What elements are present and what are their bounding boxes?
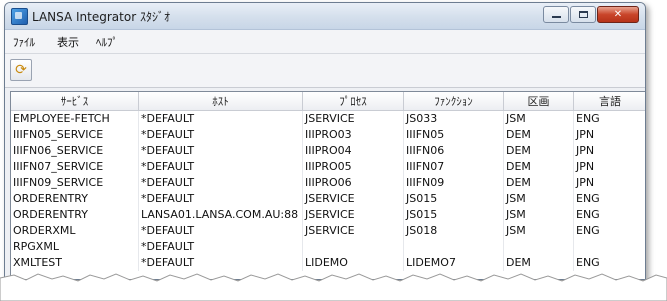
cell-host: LANSA01.LANSA.COM.AU:88 — [139, 207, 303, 223]
cell-service: IIIFN09_SERVICE — [11, 175, 139, 191]
cell-service: IIIFN05_SERVICE — [11, 127, 139, 143]
table-row[interactable]: RPGXML *DEFAULT — [11, 239, 645, 255]
cell-host: *DEFAULT — [139, 239, 303, 255]
cell-function: IIIFN05 — [404, 127, 504, 143]
cell-function: IIIFN07 — [404, 159, 504, 175]
window-title: LANSA Integrator ｽﾀｼﾞｵ — [32, 10, 170, 24]
cell-partition: DEM — [504, 143, 574, 159]
cell-function: IIIFN09 — [404, 175, 504, 191]
cell-language: ENG — [574, 255, 645, 271]
cell-function: LIDEMO7 — [404, 255, 504, 271]
cell-language: JPN — [574, 127, 645, 143]
cell-process: IIIPRO05 — [303, 159, 404, 175]
cell-process: IIIPRO04 — [303, 143, 404, 159]
minimize-icon — [551, 16, 561, 18]
cell-host: *DEFAULT — [139, 143, 303, 159]
refresh-button[interactable]: ⟳ — [10, 59, 32, 81]
app-icon — [11, 8, 28, 25]
cell-partition: JSM — [504, 111, 574, 127]
cell-function — [404, 239, 504, 255]
cell-language: ENG — [574, 223, 645, 239]
cell-partition: JSM — [504, 207, 574, 223]
cell-function: IIIFN06 — [404, 143, 504, 159]
cell-language: ENG — [574, 191, 645, 207]
table-row[interactable]: XMLTEST *DEFAULT LIDEMO LIDEMO7 DEM ENG — [11, 255, 645, 271]
cell-process: IIIPRO03 — [303, 127, 404, 143]
cell-service: XMLTEST — [11, 255, 139, 271]
cell-partition: DEM — [504, 175, 574, 191]
cell-service: IIIFN06_SERVICE — [11, 143, 139, 159]
menu-help[interactable]: ﾍﾙﾌﾟ — [96, 34, 118, 50]
cell-language: ENG — [574, 207, 645, 223]
cell-function: JS015 — [404, 207, 504, 223]
main-window: LANSA Integrator ｽﾀｼﾞｵ ✕ ﾌｧｲﾙ 表示 ﾍﾙﾌﾟ ⟳ … — [4, 2, 646, 280]
table-row[interactable]: IIIFN07_SERVICE *DEFAULT IIIPRO05 IIIFN07 DE… — [11, 159, 645, 175]
menu-view[interactable]: 表示 — [57, 34, 79, 50]
table-row[interactable]: IIIFN06_SERVICE *DEFAULT IIIPRO04 IIIFN06 DE… — [11, 143, 645, 159]
close-button[interactable]: ✕ — [597, 6, 639, 23]
service-list[interactable]: ｻｰﾋﾞｽ ﾎｽﾄ ﾌﾟﾛｾｽ ﾌｧﾝｸｼｮﾝ 区画 言語 EMPLOYEE-F… — [10, 91, 645, 279]
cell-service: EMPLOYEE-FETCH — [11, 111, 139, 127]
cell-partition: JSM — [504, 191, 574, 207]
cell-service: ORDERENTRY — [11, 207, 139, 223]
cell-service: ORDERXML — [11, 223, 139, 239]
cell-service: RPGXML — [11, 239, 139, 255]
cell-language: JPN — [574, 175, 645, 191]
cell-partition — [504, 239, 574, 255]
torn-edge — [0, 273, 667, 301]
toolbar: ⟳ — [5, 54, 645, 88]
cell-language: JPN — [574, 143, 645, 159]
table-row[interactable]: IIIFN09_SERVICE *DEFAULT IIIPRO06 IIIFN09 DE… — [11, 175, 645, 191]
window-controls: ✕ — [542, 6, 639, 23]
close-icon: ✕ — [613, 9, 623, 20]
minimize-button[interactable] — [543, 6, 569, 23]
cell-host: *DEFAULT — [139, 127, 303, 143]
cell-process: LIDEMO — [303, 255, 404, 271]
cell-language — [574, 239, 645, 255]
col-header-language[interactable]: 言語 — [574, 92, 645, 111]
cell-partition: DEM — [504, 127, 574, 143]
cell-function: JS033 — [404, 111, 504, 127]
cell-function: JS018 — [404, 223, 504, 239]
cell-host: *DEFAULT — [139, 191, 303, 207]
col-header-service[interactable]: ｻｰﾋﾞｽ — [11, 92, 139, 111]
cell-language: JPN — [574, 159, 645, 175]
cell-partition: DEM — [504, 255, 574, 271]
cell-host: *DEFAULT — [139, 223, 303, 239]
table-row[interactable]: IIIFN05_SERVICE *DEFAULT IIIPRO03 IIIFN05 DE… — [11, 127, 645, 143]
cell-service: ORDERENTRY — [11, 191, 139, 207]
cell-host: *DEFAULT — [139, 175, 303, 191]
col-header-function[interactable]: ﾌｧﾝｸｼｮﾝ — [404, 92, 504, 111]
table-row[interactable]: ORDERENTRY LANSA01.LANSA.COM.AU:88 JSERVIC… — [11, 207, 645, 223]
col-header-partition[interactable]: 区画 — [504, 92, 574, 111]
cell-partition: DEM — [504, 159, 574, 175]
maximize-button[interactable] — [570, 6, 596, 23]
table-row[interactable]: ORDERXML *DEFAULT JSERVICE JS018 JSM ENG — [11, 223, 645, 239]
cell-host: *DEFAULT — [139, 111, 303, 127]
cell-service: IIIFN07_SERVICE — [11, 159, 139, 175]
col-header-process[interactable]: ﾌﾟﾛｾｽ — [303, 92, 404, 111]
cell-host: *DEFAULT — [139, 255, 303, 271]
table-row[interactable]: EMPLOYEE-FETCH *DEFAULT JSERVICE JS033 JSM EN… — [11, 111, 645, 127]
cell-language: ENG — [574, 111, 645, 127]
table-row[interactable]: ORDERENTRY *DEFAULT JSERVICE JS015 JSM ENG — [11, 191, 645, 207]
col-header-host[interactable]: ﾎｽﾄ — [139, 92, 303, 111]
cell-process: JSERVICE — [303, 191, 404, 207]
cell-process: IIIPRO06 — [303, 175, 404, 191]
menu-bar: ﾌｧｲﾙ 表示 ﾍﾙﾌﾟ — [5, 30, 645, 54]
cell-function: JS015 — [404, 191, 504, 207]
cell-process — [303, 239, 404, 255]
cell-process: JSERVICE — [303, 223, 404, 239]
maximize-icon — [578, 11, 588, 18]
refresh-icon: ⟳ — [15, 62, 27, 78]
cell-process: JSERVICE — [303, 207, 404, 223]
title-bar[interactable]: LANSA Integrator ｽﾀｼﾞｵ ✕ — [5, 3, 645, 30]
cell-partition: JSM — [504, 223, 574, 239]
cell-process: JSERVICE — [303, 111, 404, 127]
cell-host: *DEFAULT — [139, 159, 303, 175]
menu-file[interactable]: ﾌｧｲﾙ — [13, 34, 35, 50]
